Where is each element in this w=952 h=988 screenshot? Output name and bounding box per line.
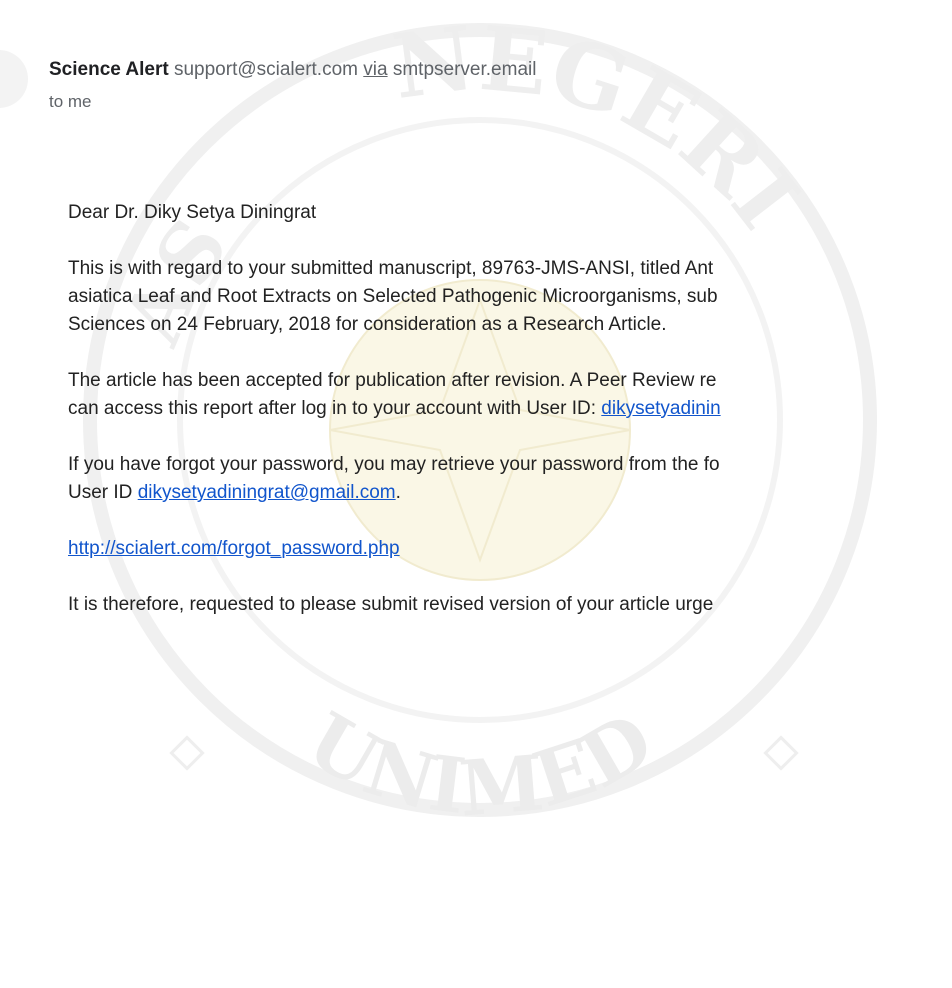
paragraph-password: If you have forgot your password, you ma… — [68, 454, 720, 503]
sender-line: Science Alert support@scialert.com via s… — [49, 56, 536, 84]
user-id-link[interactable]: dikysetyadinin — [601, 398, 720, 419]
email-header: Science Alert support@scialert.com via s… — [49, 56, 536, 114]
sender-name[interactable]: Science Alert — [49, 59, 169, 80]
sender-avatar[interactable] — [0, 50, 28, 108]
email-body: Dear Dr. Diky Setya Diningrat This is wi… — [68, 199, 721, 647]
paragraph-request: It is therefore, requested to please sub… — [68, 594, 714, 615]
greeting: Dear Dr. Diky Setya Diningrat — [68, 202, 317, 223]
paragraph-forgot-link: http://scialert.com/forgot_password.php — [68, 535, 721, 563]
email-view: NEGERI AS UNIMED Science Alert support@s… — [0, 0, 952, 988]
watermark-ornaments — [169, 735, 799, 771]
forgot-password-link[interactable]: http://scialert.com/forgot_password.php — [68, 538, 400, 559]
email-link[interactable]: dikysetyadiningrat@gmail.com — [138, 482, 396, 503]
via-server: smtpserver.email — [392, 59, 537, 80]
watermark-bottom-text: UNIMED — [293, 695, 667, 833]
paragraph-manuscript: This is with regard to your submitted ma… — [68, 258, 718, 335]
recipient-line[interactable]: to me — [49, 90, 536, 114]
sender-email: support@scialert.com — [173, 59, 358, 80]
via-link[interactable]: via — [363, 59, 387, 80]
paragraph-accepted: The article has been accepted for public… — [68, 370, 721, 419]
